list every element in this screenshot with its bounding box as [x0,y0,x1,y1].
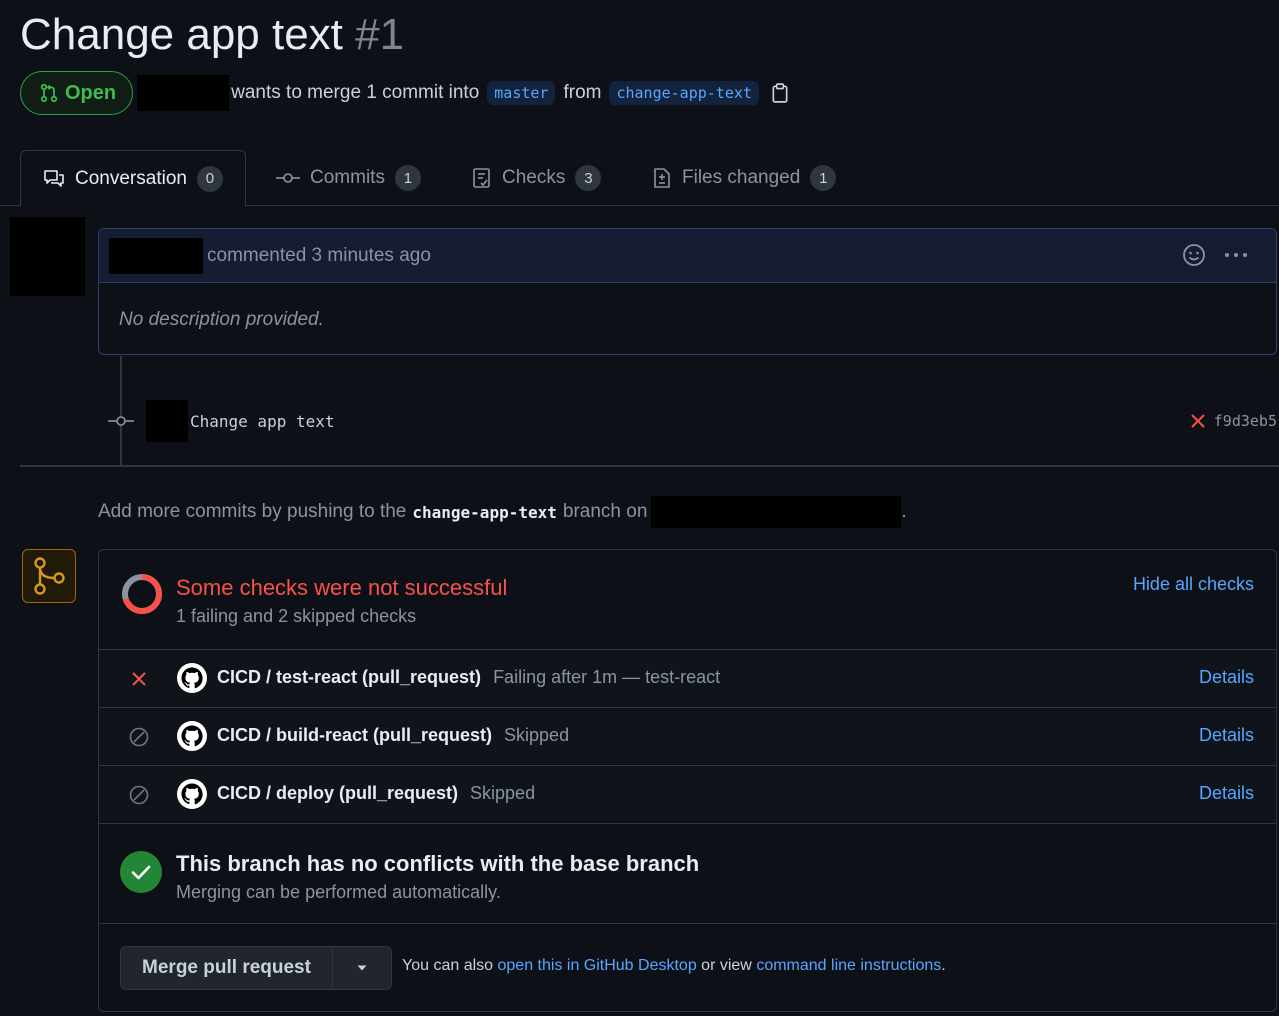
pull-request-icon [40,83,58,103]
or-view-text: or view [701,957,752,974]
state-badge: Open [20,71,134,115]
state-label: Open [65,81,117,104]
hide-all-checks-link[interactable]: Hide all checks [1133,574,1254,595]
checks-status-ring-icon [122,573,163,614]
github-logo-icon [177,663,207,693]
check-title: CICD / deploy (pull_request) [217,783,459,803]
check-name: CICD / test-react (pull_request) Failing … [217,667,720,688]
check-row: CICD / test-react (pull_request) Failing … [99,650,1276,708]
check-description: Skipped [504,725,570,745]
checks-title: Some checks were not successful [176,575,508,600]
redacted-author [137,75,230,111]
no-conflicts-subtitle: Merging can be performed automatically. [176,882,501,902]
check-row: CICD / build-react (pull_request) Skipped… [99,708,1276,766]
commit-sha[interactable]: f9d3eb5 [1214,412,1277,430]
github-logo-icon [177,779,207,809]
pr-number: #1 [355,10,405,59]
check-name: CICD / build-react (pull_request) Skipped [217,725,569,746]
merge-status-icon [22,549,76,603]
check-circle-icon [120,851,162,893]
pr-meta: Open wants to merge 1 commit into master… [20,70,789,116]
github-logo-icon [177,721,207,751]
from-text: from [563,82,602,103]
head-branch[interactable]: change-app-text [609,81,759,105]
comment-header: commented 3 minutes ago [99,229,1276,283]
open-in-desktop-link[interactable]: open this in GitHub Desktop [498,957,697,974]
also-text: You can also [402,957,494,974]
tab-commits-label: Commits [310,167,385,188]
comment-discussion-icon [44,169,64,187]
kebab-horizontal-icon[interactable] [1224,251,1248,259]
timeline-divider [20,465,1279,467]
tab-conversation-label: Conversation [75,167,187,189]
push-note-suffix: branch on [562,501,648,522]
merge-text: wants to merge 1 commit into [231,82,480,103]
pr-title-text: Change app text [20,10,343,59]
base-branch[interactable]: master [487,81,556,105]
checks-subtitle: 1 failing and 2 skipped checks [176,606,417,626]
push-note-end: . [901,501,907,522]
details-link[interactable]: Details [1199,667,1254,688]
x-icon [132,672,146,686]
details-link[interactable]: Details [1199,725,1254,746]
merge-alternatives: You can also open this in GitHub Desktop… [402,957,946,975]
smiley-icon[interactable] [1182,243,1206,267]
tab-files-changed-count: 1 [810,165,837,191]
tab-commits-count: 1 [394,165,421,191]
git-merge-icon [34,557,65,595]
check-title: CICD / build-react (pull_request) [217,725,493,745]
timeline-commit: Change app text f9d3eb5 [108,398,1279,444]
redacted-repo [651,496,902,528]
commit-message[interactable]: Change app text [190,412,335,431]
comment-body: No description provided. [119,309,324,330]
skip-icon [129,785,149,805]
avatar[interactable] [10,217,85,296]
merge-pull-request-button[interactable]: Merge pull request [121,947,333,989]
checklist-icon [473,168,490,188]
copy-icon[interactable] [771,83,789,103]
file-diff-icon [654,168,670,188]
no-conflicts-section: This branch has no conflicts with the ba… [99,824,1276,924]
merge-button-group: Merge pull request [120,946,392,990]
tab-files-changed-label: Files changed [682,167,801,188]
push-note-branch: change-app-text [412,502,557,522]
commit-status: f9d3eb5 [1190,412,1277,430]
check-name: CICD / deploy (pull_request) Skipped [217,783,535,804]
details-link[interactable]: Details [1199,783,1254,804]
redacted-commit-avatar [146,400,188,442]
tab-checks-count: 3 [575,165,602,191]
push-note: Add more commits by pushing to the chang… [98,494,907,530]
tab-commits[interactable]: Commits 1 [276,150,421,206]
comment-meta: commented 3 minutes ago [207,244,431,266]
skip-icon [129,727,149,747]
tab-checks-label: Checks [502,167,566,188]
git-commit-icon [276,173,300,183]
tab-conversation[interactable]: Conversation 0 [20,150,246,207]
tab-files-changed[interactable]: Files changed 1 [652,150,837,206]
check-description: Skipped [470,783,536,803]
git-commit-icon [108,416,134,426]
command-line-instructions-link[interactable]: command line instructions [756,957,941,974]
merge-footer: Merge pull request You can also open thi… [99,924,1276,1011]
push-note-prefix: Add more commits by pushing to the [98,501,407,522]
check-title: CICD / test-react (pull_request) [217,667,482,687]
pr-tabs: Conversation 0 Commits 1 Checks 3 Files … [0,150,1279,207]
no-conflicts-title: This branch has no conflicts with the ba… [176,851,700,876]
tab-checks[interactable]: Checks 3 [472,150,602,206]
x-icon[interactable] [1190,413,1206,429]
pr-description-comment: commented 3 minutes ago No description p… [98,228,1277,355]
merge-method-dropdown[interactable] [333,964,391,972]
redacted-commenter [109,237,203,274]
merge-alternatives-end: . [941,957,946,974]
checks-summary: Some checks were not successful 1 failin… [99,550,1276,650]
triangle-down-icon [357,965,367,971]
check-row: CICD / deploy (pull_request) Skipped Deta… [99,766,1276,824]
check-description: Failing after 1m — test-react [493,667,721,687]
comment-actions [1182,243,1248,267]
pr-title: Change app text #1 [20,10,404,60]
tab-conversation-count: 0 [196,165,223,192]
merge-box: Some checks were not successful 1 failin… [98,549,1277,1012]
